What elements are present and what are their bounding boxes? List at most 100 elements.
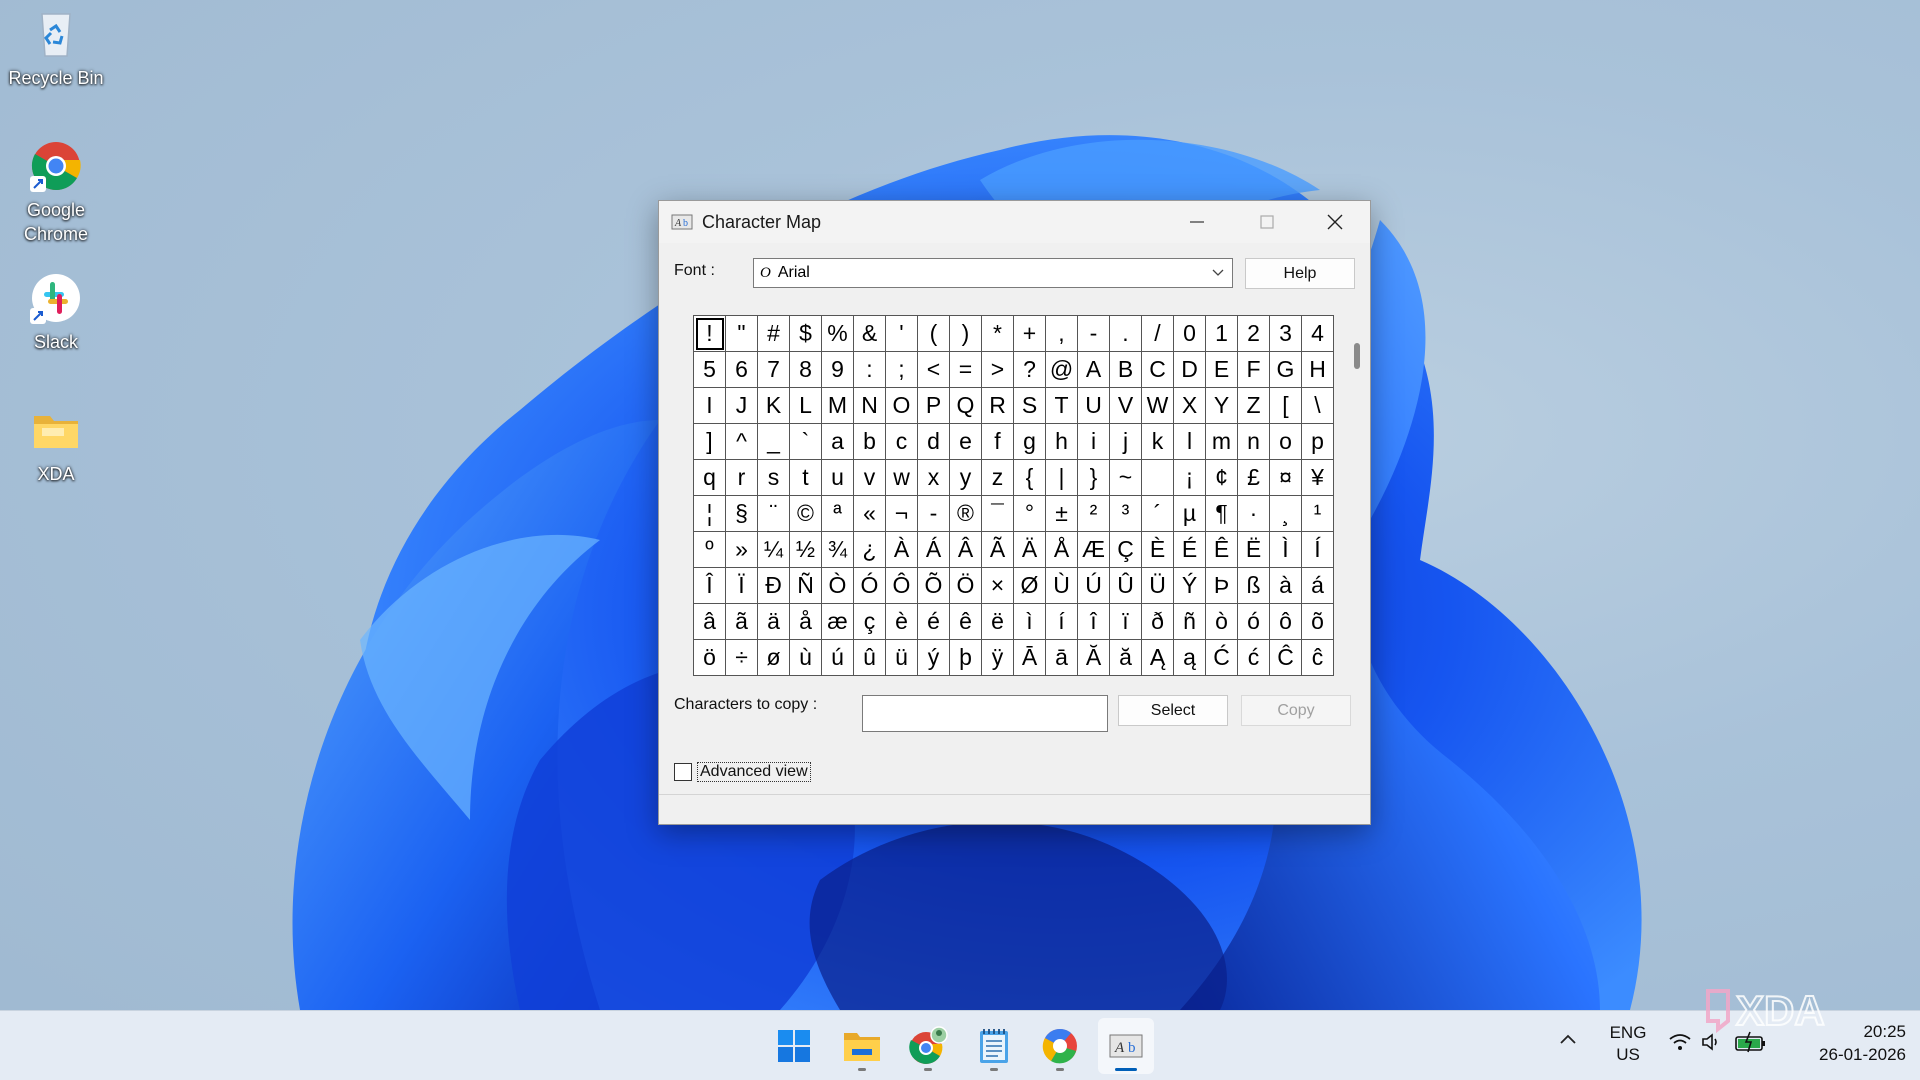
characters-to-copy-input[interactable]	[862, 695, 1108, 732]
character-cell[interactable]: 2	[1238, 316, 1270, 352]
taskbar-character-map[interactable]: A b	[1098, 1018, 1154, 1074]
character-cell[interactable]: ^	[726, 424, 758, 460]
character-cell[interactable]: <	[918, 352, 950, 388]
character-cell[interactable]: ©	[790, 496, 822, 532]
character-cell[interactable]: æ	[822, 604, 854, 640]
character-cell[interactable]: G	[1270, 352, 1302, 388]
character-cell[interactable]: ;	[886, 352, 918, 388]
character-cell[interactable]: ā	[1046, 640, 1078, 676]
character-cell[interactable]: ö	[694, 640, 726, 676]
character-cell[interactable]: +	[1014, 316, 1046, 352]
character-cell[interactable]: I	[694, 388, 726, 424]
taskbar-chrome[interactable]	[900, 1018, 956, 1074]
character-cell[interactable]: e	[950, 424, 982, 460]
character-cell[interactable]: ì	[1014, 604, 1046, 640]
character-cell[interactable]: W	[1142, 388, 1174, 424]
character-cell[interactable]: y	[950, 460, 982, 496]
character-cell[interactable]: Å	[1046, 532, 1078, 568]
character-cell[interactable]: S	[1014, 388, 1046, 424]
font-dropdown[interactable]: O Arial	[753, 258, 1233, 288]
character-cell[interactable]: ±	[1046, 496, 1078, 532]
select-button[interactable]: Select	[1118, 695, 1228, 726]
character-cell[interactable]: h	[1046, 424, 1078, 460]
character-cell[interactable]: N	[854, 388, 886, 424]
character-cell[interactable]: U	[1078, 388, 1110, 424]
character-cell[interactable]: |	[1046, 460, 1078, 496]
character-cell[interactable]: £	[1238, 460, 1270, 496]
character-cell[interactable]: À	[886, 532, 918, 568]
character-cell[interactable]: J	[726, 388, 758, 424]
character-cell[interactable]: D	[1174, 352, 1206, 388]
character-cell[interactable]: ¨	[758, 496, 790, 532]
character-cell[interactable]: ¶	[1206, 496, 1238, 532]
character-cell[interactable]: p	[1302, 424, 1334, 460]
character-cell[interactable]: "	[726, 316, 758, 352]
character-cell[interactable]: ø	[758, 640, 790, 676]
character-cell[interactable]: v	[854, 460, 886, 496]
character-cell[interactable]: '	[886, 316, 918, 352]
character-cell[interactable]: Æ	[1078, 532, 1110, 568]
character-cell[interactable]: ú	[822, 640, 854, 676]
character-cell[interactable]: u	[822, 460, 854, 496]
character-cell[interactable]: ë	[982, 604, 1014, 640]
character-cell[interactable]: ´	[1142, 496, 1174, 532]
character-cell[interactable]: ¾	[822, 532, 854, 568]
character-cell[interactable]: Ć	[1206, 640, 1238, 676]
character-cell[interactable]: *	[982, 316, 1014, 352]
taskbar-start-button[interactable]	[766, 1018, 822, 1074]
character-cell[interactable]: n	[1238, 424, 1270, 460]
character-cell[interactable]: ¬	[886, 496, 918, 532]
character-cell[interactable]: ¢	[1206, 460, 1238, 496]
character-cell[interactable]: X	[1174, 388, 1206, 424]
character-cell[interactable]: @	[1046, 352, 1078, 388]
character-cell[interactable]: Z	[1238, 388, 1270, 424]
character-cell[interactable]: s	[758, 460, 790, 496]
character-cell[interactable]: }	[1078, 460, 1110, 496]
character-cell[interactable]: ã	[726, 604, 758, 640]
character-cell[interactable]: å	[790, 604, 822, 640]
character-cell[interactable]: §	[726, 496, 758, 532]
character-cell[interactable]: g	[1014, 424, 1046, 460]
character-cell[interactable]: Ú	[1078, 568, 1110, 604]
character-cell[interactable]: ¼	[758, 532, 790, 568]
character-cell[interactable]: !	[694, 316, 726, 352]
character-cell[interactable]: è	[886, 604, 918, 640]
character-cell[interactable]: à	[1270, 568, 1302, 604]
character-cell[interactable]: Q	[950, 388, 982, 424]
character-cell[interactable]	[1142, 460, 1174, 496]
character-cell[interactable]: ă	[1110, 640, 1142, 676]
character-cell[interactable]: o	[1270, 424, 1302, 460]
character-cell[interactable]: ñ	[1174, 604, 1206, 640]
character-cell[interactable]: ć	[1238, 640, 1270, 676]
character-cell[interactable]: ÿ	[982, 640, 1014, 676]
character-cell[interactable]: Y	[1206, 388, 1238, 424]
desktop-icon-xda-folder[interactable]: XDA	[4, 402, 108, 486]
desktop-icon-slack[interactable]: Slack	[4, 270, 108, 354]
character-cell[interactable]: x	[918, 460, 950, 496]
character-cell[interactable]: â	[694, 604, 726, 640]
character-cell[interactable]: `	[790, 424, 822, 460]
character-cell[interactable]: 5	[694, 352, 726, 388]
character-cell[interactable]: Ô	[886, 568, 918, 604]
character-cell[interactable]: z	[982, 460, 1014, 496]
character-cell[interactable]: q	[694, 460, 726, 496]
character-cell[interactable]: &	[854, 316, 886, 352]
maximize-button[interactable]	[1233, 201, 1301, 243]
character-cell[interactable]: þ	[950, 640, 982, 676]
character-cell[interactable]: Ä	[1014, 532, 1046, 568]
character-cell[interactable]: a	[822, 424, 854, 460]
character-cell[interactable]: «	[854, 496, 886, 532]
character-cell[interactable]: %	[822, 316, 854, 352]
character-cell[interactable]: 4	[1302, 316, 1334, 352]
character-cell[interactable]: )	[950, 316, 982, 352]
character-cell[interactable]: Õ	[918, 568, 950, 604]
character-cell[interactable]: ®	[950, 496, 982, 532]
character-cell[interactable]: f	[982, 424, 1014, 460]
character-cell[interactable]: É	[1174, 532, 1206, 568]
character-cell[interactable]: û	[854, 640, 886, 676]
advanced-view-checkbox[interactable]	[674, 763, 692, 781]
character-cell[interactable]: $	[790, 316, 822, 352]
character-cell[interactable]: Ò	[822, 568, 854, 604]
character-cell[interactable]: Ã	[982, 532, 1014, 568]
character-cell[interactable]: ]	[694, 424, 726, 460]
